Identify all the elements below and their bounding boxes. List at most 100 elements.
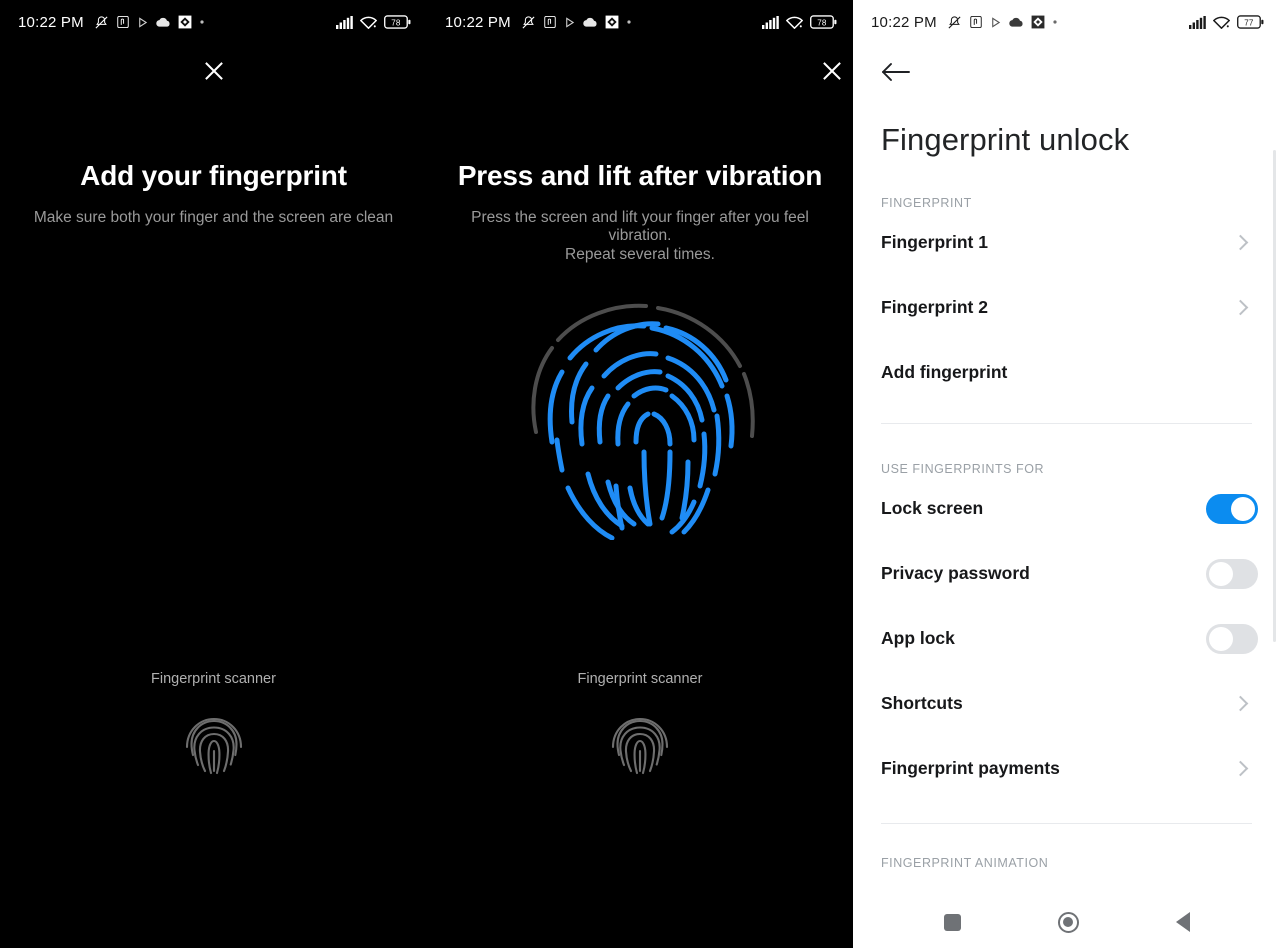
dnd-muted-icon (94, 15, 109, 30)
panel-press-and-lift: 10:22 PM 78 Press and lift after vibrati… (427, 0, 853, 948)
page-title: Add your fingerprint (80, 160, 347, 191)
nfc-icon (969, 15, 983, 29)
list-item-privacy-password[interactable]: Privacy password (853, 541, 1280, 606)
fingerprint-small-icon (427, 709, 853, 779)
back-arrow-icon[interactable] (881, 61, 911, 83)
recents-square-icon[interactable] (943, 913, 961, 931)
play-icon (990, 16, 1001, 28)
dot-icon (199, 19, 205, 25)
home-dot (1063, 917, 1073, 927)
nfc-icon (543, 15, 557, 29)
press-lift-header: Press and lift after vibration Press the… (427, 160, 853, 264)
list-item-add-fingerprint[interactable]: Add fingerprint (853, 340, 1280, 405)
list-item-fingerprint-payments[interactable]: Fingerprint payments (853, 736, 1280, 801)
page-subtitle-line2: Repeat several times. (565, 245, 715, 263)
nfc-icon (116, 15, 130, 29)
status-bar: 10:22 PM (853, 0, 1280, 44)
scanner-hint: Fingerprint scanner (0, 671, 427, 779)
battery-icon: 77 (1237, 15, 1264, 29)
chevron-right-icon (1232, 299, 1249, 316)
dot-icon (1052, 19, 1058, 25)
dot-icon (626, 19, 632, 25)
chevron-right-icon (1232, 695, 1249, 712)
toggle-app-lock[interactable] (1206, 623, 1258, 654)
toggle-knob (1209, 561, 1233, 586)
status-bar-clock: 10:22 PM (871, 13, 937, 31)
close-row (0, 44, 427, 98)
status-bar: 10:22 PM (0, 0, 427, 44)
wifi-icon (786, 16, 803, 29)
cellular-signal-icon (336, 15, 353, 29)
cellular-signal-icon (762, 15, 779, 29)
fingerprint-small-icon (0, 709, 427, 779)
section-header-use-fingerprints-for: USE FINGERPRINTS FOR (881, 462, 1045, 476)
close-icon[interactable] (197, 54, 231, 88)
list-item-label: Fingerprint 1 (881, 232, 988, 252)
list-item-fingerprint-2[interactable]: Fingerprint 2 (853, 275, 1280, 340)
play-icon (564, 16, 575, 28)
section-header-fingerprint: FINGERPRINT (881, 196, 972, 210)
toggle-privacy-password[interactable] (1206, 558, 1258, 589)
list-item-app-lock[interactable]: App lock (853, 606, 1280, 671)
battery-level-text: 78 (817, 18, 827, 27)
chevron-right-icon (1232, 760, 1249, 777)
app-badge-icon (178, 15, 192, 29)
scrollbar[interactable] (1273, 150, 1276, 642)
fingerprint-animation-graphic (427, 292, 853, 540)
panel-fingerprint-unlock-settings: 10:22 PM 77 Fingerprint unlock FINGERPRI… (853, 0, 1280, 948)
page-subtitle: Press the screen and lift your finger af… (443, 209, 837, 264)
dnd-muted-icon (947, 15, 962, 30)
list-item-shortcuts[interactable]: Shortcuts (853, 671, 1280, 736)
page-subtitle-line1: Press the screen and lift your finger af… (471, 209, 809, 245)
home-circle-icon[interactable] (1057, 911, 1079, 933)
status-bar-right: 78 (336, 15, 411, 29)
chevron-right-icon (1232, 234, 1249, 251)
wifi-icon (1213, 16, 1230, 29)
app-badge-icon (1031, 15, 1045, 29)
wifi-icon (360, 16, 377, 29)
page-title: Press and lift after vibration (457, 160, 823, 191)
list-item-lock-screen[interactable]: Lock screen (853, 476, 1280, 541)
list-item-label: Shortcuts (881, 693, 963, 713)
scanner-hint: Fingerprint scanner (427, 671, 853, 779)
cloud-icon (582, 16, 598, 28)
status-bar-right: 77 (1189, 15, 1264, 29)
list-item-fingerprint-1[interactable]: Fingerprint 1 (853, 210, 1280, 275)
app-badge-icon (605, 15, 619, 29)
play-icon (137, 16, 148, 28)
scanner-label: Fingerprint scanner (577, 671, 703, 687)
status-bar-left: 10:22 PM (445, 14, 632, 31)
status-bar-clock: 10:22 PM (445, 13, 511, 31)
battery-level-text: 77 (1244, 18, 1254, 27)
list-item-label: Fingerprint 2 (881, 297, 988, 317)
close-row (427, 44, 853, 98)
close-icon[interactable] (815, 54, 849, 88)
navigation-bar (853, 896, 1280, 948)
status-bar: 10:22 PM (427, 0, 853, 44)
list-item-label: App lock (881, 628, 955, 648)
battery-icon: 78 (384, 15, 411, 29)
list-item-label: Privacy password (881, 563, 1030, 583)
page-subtitle: Make sure both your finger and the scree… (33, 209, 394, 226)
toggle-knob (1209, 626, 1233, 651)
status-bar-clock: 10:22 PM (18, 13, 84, 31)
add-fingerprint-header: Add your fingerprint Make sure both your… (0, 160, 427, 227)
cellular-signal-icon (1189, 15, 1206, 29)
cloud-icon (155, 16, 171, 28)
panel-add-fingerprint: 10:22 PM 78 Add your fingerprint Make su… (0, 0, 427, 948)
section-header-fingerprint-animation: FINGERPRINT ANIMATION (881, 856, 1049, 870)
cloud-icon (1008, 16, 1024, 28)
toggle-knob (1231, 496, 1255, 521)
scanner-label: Fingerprint scanner (151, 671, 276, 687)
multi-panel-screenshot: 10:22 PM 78 Add your fingerprint Make su… (0, 0, 1280, 948)
status-bar-left: 10:22 PM (18, 14, 205, 31)
list-item-label: Fingerprint payments (881, 758, 1060, 778)
back-triangle-icon[interactable] (1175, 912, 1190, 932)
dnd-muted-icon (521, 15, 536, 30)
page-title: Fingerprint unlock (881, 122, 1130, 157)
toggle-lock-screen[interactable] (1206, 493, 1258, 524)
list-item-label: Add fingerprint (881, 362, 1008, 382)
list-item-label: Lock screen (881, 498, 984, 518)
status-bar-right: 78 (762, 15, 837, 29)
status-bar-left: 10:22 PM (871, 14, 1058, 31)
